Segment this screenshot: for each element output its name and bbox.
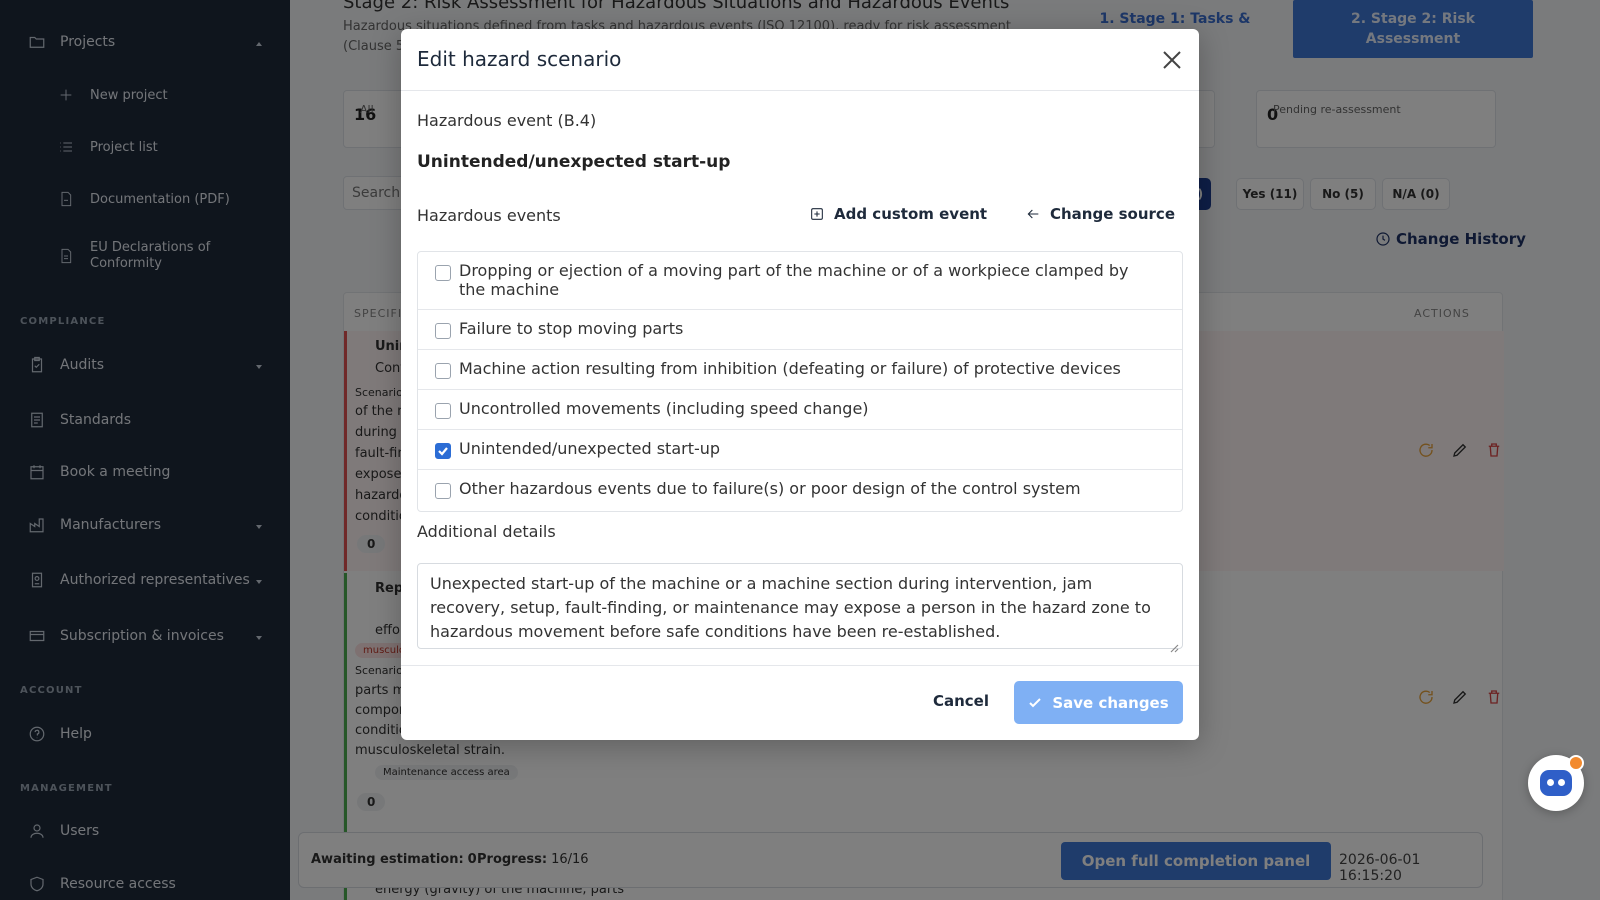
assistant-bot-button[interactable] bbox=[1528, 755, 1584, 811]
edit-hazard-modal: Edit hazard scenario Hazardous event (B.… bbox=[401, 29, 1199, 740]
hazardous-events-label: Hazardous events bbox=[417, 206, 561, 225]
plus-square-icon bbox=[811, 208, 823, 220]
hazardous-event-value: Unintended/unexpected start-up bbox=[417, 152, 731, 172]
hazardous-event-label: Hazardous event (B.4) bbox=[417, 111, 597, 130]
additional-details-value: Unexpected start-up of the machine or a … bbox=[430, 574, 1151, 641]
robot-eye bbox=[1558, 779, 1565, 786]
save-changes-label: Save changes bbox=[1052, 693, 1169, 712]
event-option[interactable]: Failure to stop moving parts bbox=[418, 310, 1182, 350]
event-label: Unintended/unexpected start-up bbox=[459, 439, 721, 458]
event-label: Failure to stop moving parts bbox=[459, 319, 684, 338]
event-option[interactable]: Other hazardous events due to failure(s)… bbox=[418, 470, 1182, 511]
event-option[interactable]: Uncontrolled movements (including speed … bbox=[418, 390, 1182, 430]
add-custom-event-label: Add custom event bbox=[834, 205, 988, 223]
event-checkbox[interactable] bbox=[435, 265, 451, 281]
modal-footer-divider bbox=[401, 665, 1199, 666]
arrow-left-icon bbox=[1027, 209, 1039, 219]
event-checkbox[interactable] bbox=[435, 483, 451, 499]
event-option[interactable]: Machine action resulting from inhibition… bbox=[418, 350, 1182, 390]
event-option[interactable]: Unintended/unexpected start-up bbox=[418, 430, 1182, 470]
additional-details-label: Additional details bbox=[417, 522, 556, 541]
event-checkbox[interactable] bbox=[435, 363, 451, 379]
hazardous-events-list: Dropping or ejection of a moving part of… bbox=[417, 251, 1183, 512]
robot-icon bbox=[1540, 770, 1572, 796]
modal-title: Edit hazard scenario bbox=[417, 47, 622, 71]
close-icon[interactable] bbox=[1161, 49, 1183, 71]
notification-badge bbox=[1568, 755, 1584, 771]
resize-handle-icon[interactable] bbox=[1170, 636, 1179, 653]
add-custom-event-button[interactable]: Add custom event bbox=[809, 205, 987, 223]
event-label: Other hazardous events due to failure(s)… bbox=[459, 479, 1081, 498]
event-checkbox[interactable] bbox=[435, 403, 451, 419]
save-changes-button[interactable]: Save changes bbox=[1014, 681, 1183, 724]
modal-header: Edit hazard scenario bbox=[401, 29, 1199, 91]
event-option[interactable]: Dropping or ejection of a moving part of… bbox=[418, 252, 1182, 310]
check-icon bbox=[438, 447, 448, 456]
event-checkbox[interactable] bbox=[435, 323, 451, 339]
event-label: Machine action resulting from inhibition… bbox=[459, 359, 1121, 378]
robot-eye bbox=[1547, 779, 1554, 786]
event-label: Uncontrolled movements (including speed … bbox=[459, 399, 869, 418]
change-source-button[interactable]: Change source bbox=[1025, 205, 1175, 223]
event-checkbox-checked[interactable] bbox=[435, 443, 451, 459]
change-source-label: Change source bbox=[1050, 205, 1175, 223]
event-label: Dropping or ejection of a moving part of… bbox=[459, 261, 1129, 299]
cancel-button[interactable]: Cancel bbox=[916, 680, 1006, 722]
check-icon bbox=[1029, 697, 1042, 707]
additional-details-textarea[interactable]: Unexpected start-up of the machine or a … bbox=[417, 563, 1183, 653]
